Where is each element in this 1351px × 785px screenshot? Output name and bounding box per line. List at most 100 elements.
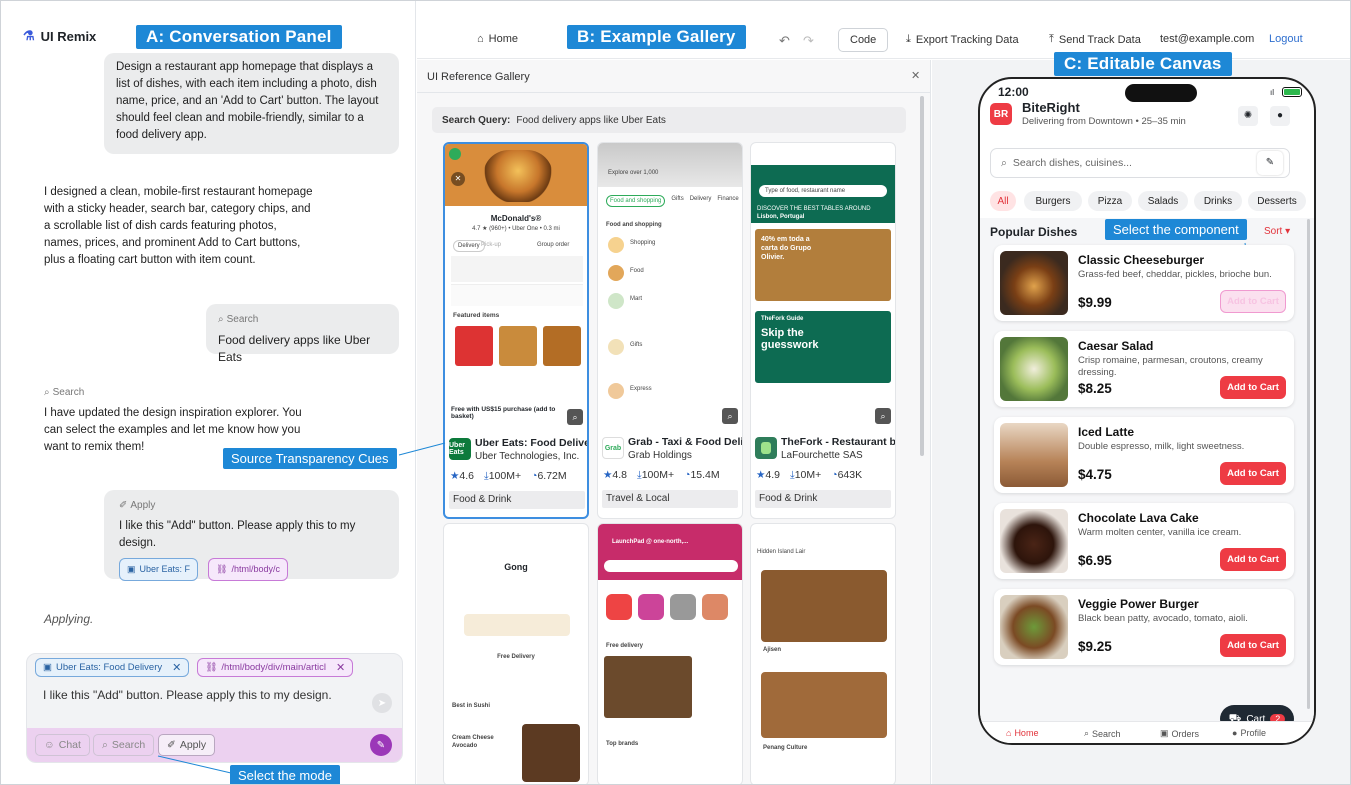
nav-home[interactable]: ⌂ Home [1006,728,1038,738]
phone-frame: 12:00 ıl BR BiteRight Delivering from Do… [978,77,1316,745]
nav-search[interactable]: ⌕ Search [1084,728,1121,739]
reference-chip[interactable]: ▣ Uber Eats: F [119,558,199,581]
dish-image [1000,423,1068,487]
mode-chat-button[interactable]: ☺ Chat [35,734,90,756]
search-query-bar[interactable]: Search Query: Food delivery apps like Ub… [432,107,906,133]
sort-button[interactable]: Sort ▾ [1264,226,1290,237]
add-to-cart-button[interactable]: Add to Cart [1220,462,1286,485]
undo-icon: ↶ [779,33,790,48]
send-track-button[interactable]: ⤒ Send Track Data [1049,33,1141,46]
home-button[interactable]: ⌂ Home [477,33,518,45]
category-desserts[interactable]: Desserts [1248,191,1306,211]
profile-button[interactable]: ● [1270,106,1290,126]
undo-button[interactable]: ↶ [779,33,790,49]
phone-scrollbar[interactable] [1307,219,1310,709]
gallery-scrollbar[interactable] [920,96,924,456]
close-icon[interactable]: ✕ [172,661,181,674]
dish-price: $6.95 [1078,553,1112,568]
assistant-message: I designed a clean, mobile-first restaur… [44,186,313,266]
add-to-cart-button[interactable]: Add to Cart [1220,634,1286,657]
mcd-title: McDonald's® [490,214,542,223]
search-icon: ⌕ [218,314,224,325]
close-icon[interactable]: ✕ [336,661,345,674]
screenshot-thefork: Type of food, restaurant name DISCOVER T… [751,143,895,433]
close-icon: ✕ [451,172,465,186]
apply-tag-label: Apply [130,500,156,511]
nav-profile-label: Profile [1240,728,1266,738]
link-icon: ⛓ [216,564,228,574]
logout-link[interactable]: Logout [1269,33,1303,45]
send-button[interactable]: ➤ [372,693,392,713]
home-icon: ⌂ [1006,728,1012,738]
gallery-card-ubereats[interactable]: ✕ McDonald's® 4.7 ★ (960+) • Uber One • … [443,142,589,519]
gallery-card-grab[interactable]: Explore over 1,000 Food and shopping Gif… [597,142,743,519]
apply-submit-button[interactable]: ✎ [370,734,392,756]
app-stats: ★4.8 ⤓100M+ ◔15.4M [603,469,720,482]
nav-orders-label: Orders [1171,728,1200,739]
search-icon: ⌕ [44,387,50,398]
add-to-cart-button[interactable]: Add to Cart [1220,376,1286,399]
add-to-cart-button[interactable]: Add to Cart [1220,290,1286,313]
zoom-icon[interactable]: ⌕ [567,409,583,425]
apply-tag: ✐ Apply [119,497,384,514]
ubereats-logo: Uber Eats [449,438,471,460]
app-reviews: 15.4M [690,469,720,481]
zoom-icon[interactable]: ⌕ [875,408,891,424]
category-drinks[interactable]: Drinks [1194,191,1242,211]
app-downloads: 10M+ [794,469,822,481]
section-title: Popular Dishes [990,225,1078,239]
chat-icon: ☺ [44,739,55,751]
composer-chip-reference-label: Uber Eats: Food Delivery [55,662,163,673]
lp-free: Free delivery [606,643,644,649]
image-icon: ▣ [127,564,136,574]
composer-input[interactable]: I like this "Add" button. Please apply t… [43,688,332,702]
phone-search-placeholder: Search dishes, cuisines... [1012,157,1132,169]
add-to-cart-button[interactable]: Add to Cart [1220,548,1286,571]
gallery-card-gong[interactable]: Gong Free Delivery Best in Sushi Cream C… [443,523,589,784]
dish-desc: Grass-fed beef, cheddar, pickles, brioch… [1078,269,1272,280]
search-query-value: Food delivery apps like Uber Eats [516,114,666,126]
settings-button[interactable]: ✺ [1238,106,1258,126]
dish-name: Chocolate Lava Cake [1078,511,1199,525]
search-icon: ⌕ [102,738,108,751]
fork-search: Type of food, restaurant name [759,185,887,197]
category-pizza[interactable]: Pizza [1088,191,1132,211]
home-label: Home [488,33,518,45]
xpath-chip[interactable]: ⛓/html/body/c [208,558,288,581]
close-gallery-button[interactable]: ✕ [911,69,920,82]
category-salads[interactable]: Salads [1138,191,1188,211]
gallery-card-hidden-island[interactable]: Hidden Island Lair Ajisen Penang Culture [750,523,896,784]
mcd-delivery: Delivery [453,240,485,252]
send-icon: ➤ [377,697,387,709]
nav-orders[interactable]: ▣ Orders [1160,728,1199,739]
callout-component: Select the component [1105,219,1247,240]
brand: ⚗ UI Remix [23,28,96,44]
star-icon: ★ [450,470,460,482]
gallery-card-thefork[interactable]: Type of food, restaurant name DISCOVER T… [750,142,896,519]
mode-chat-label: Chat [58,739,81,751]
composer-chip-reference[interactable]: ▣ Uber Eats: Food Delivery ✕ [35,658,190,677]
phone-search-input[interactable]: ⌕ Search dishes, cuisines... [990,148,1290,178]
app-name: TheFork - Restaurant booking [781,436,896,448]
code-button[interactable]: Code [838,28,889,52]
mode-search-button[interactable]: ⌕ Search [93,734,155,756]
grab-section: Food and shopping [606,222,662,228]
grab-header: Explore over 1,000 [608,170,659,176]
mic-button[interactable]: ✎ [1257,151,1283,175]
redo-button[interactable]: ↷ [803,33,814,49]
gallery-card-launchpad[interactable]: LaunchPad @ one-north,... Free delivery … [597,523,743,784]
dish-price: $4.75 [1078,467,1112,482]
dish-name: Iced Latte [1078,425,1135,439]
dish-image [1000,595,1068,659]
callout-conversation: A: Conversation Panel [136,25,342,49]
fork-city: Lisbon, Portugal [757,214,805,220]
thefork-logo [755,437,777,459]
gallery-title: UI Reference Gallery [427,71,530,83]
composer-chip-xpath[interactable]: ⛓/html/body/div/main/articl ✕ [197,658,354,677]
user-search-text: Food delivery apps like Uber Eats [218,333,371,364]
zoom-icon[interactable]: ⌕ [722,408,738,424]
category-burgers[interactable]: Burgers [1024,191,1082,211]
nav-profile[interactable]: ● Profile [1232,728,1266,738]
export-button[interactable]: ⤓ Export Tracking Data [906,33,1019,46]
category-all[interactable]: All [990,191,1016,211]
